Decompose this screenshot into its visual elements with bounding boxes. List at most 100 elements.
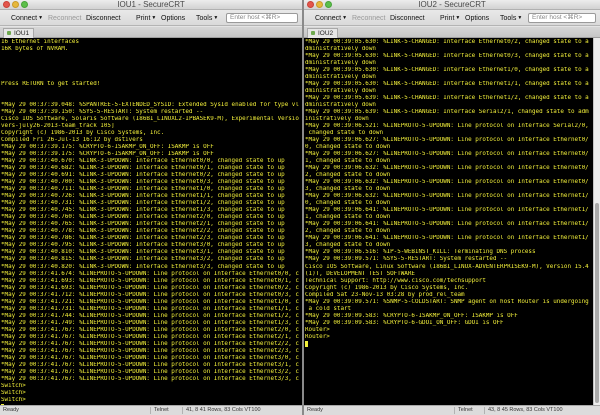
terminal-line: *May 29 00:39:06.641: %LINEPROTO-5-UPDOW… xyxy=(305,207,589,214)
terminal-line: *May 29 00:37:40.760: %LINK-3-UPDOWN: In… xyxy=(1,214,285,221)
session-status-icon xyxy=(7,31,11,35)
terminal-output[interactable]: 16 Ethernet interfaces 16K bytes of NVRAM… xyxy=(0,38,302,405)
session-tab-label: IOU2 xyxy=(318,30,334,37)
terminal-line: *May 29 00:37:41.767: %LINEPROTO-5-UPDOW… xyxy=(1,326,299,333)
scrollbar-thumb[interactable] xyxy=(595,203,599,403)
terminal-line: Compiled Fri 26-Jul-13 16:12 by dstivers xyxy=(1,137,143,144)
status-state: Ready xyxy=(3,407,19,413)
connect-button[interactable]: Connect▼ xyxy=(11,14,43,23)
terminal-line: *May 29 00:39:09.571: %SYS-5-RESTART: Sy… xyxy=(305,256,508,263)
print-label: Print xyxy=(440,15,455,22)
terminal-line: *May 29 00:37:41.767: %LINEPROTO-5-UPDOW… xyxy=(1,347,299,354)
terminal-line: *May 29 00:37:41.767: %LINEPROTO-5-UPDOW… xyxy=(1,375,299,382)
session-tab-bar: IOU1 xyxy=(0,27,302,38)
toolbar: Connect▼ Reconnect Disconnect Print▼ Opt… xyxy=(0,10,302,26)
terminal-line: *May 29 00:39:06.627: %LINEPROTO-5-UPDOW… xyxy=(305,151,589,158)
print-button[interactable]: Print▼ xyxy=(136,14,156,23)
terminal-line: *May 29 00:37:41.749: %LINEPROTO-5-UPDOW… xyxy=(1,319,299,326)
terminal-line: *May 29 00:37:40.786: %LINK-3-UPDOWN: In… xyxy=(1,235,285,242)
terminal-line: *May 29 00:37:40.700: %LINK-3-UPDOWN: In… xyxy=(1,179,285,186)
tools-button[interactable]: Tools▼ xyxy=(500,14,522,23)
terminal-line: Switch> xyxy=(1,389,26,396)
terminal-line: changed state to down xyxy=(305,130,384,137)
terminal-line: 2, changed state to down xyxy=(305,228,391,235)
options-button[interactable]: Options xyxy=(161,14,185,23)
session-tab-label: IOU1 xyxy=(14,30,30,37)
terminal-line: *May 29 00:37:40.682: %LINK-3-UPDOWN: In… xyxy=(1,165,285,172)
terminal-line: *May 29 00:37:40.711: %LINK-3-UPDOWN: In… xyxy=(1,186,285,193)
options-button[interactable]: Options xyxy=(465,14,489,23)
terminal-line: *May 29 00:37:39.048: %SPANTREE-5-EXTEND… xyxy=(1,102,299,109)
terminal-line: (1)T, DEVELOPMENT TEST SOFTWARE xyxy=(305,270,415,277)
status-terminal-info: 41, 8 41 Rows, 83 Cols VT100 xyxy=(186,407,261,413)
terminal-line: Switch> xyxy=(1,382,26,389)
session-tab[interactable]: IOU2 xyxy=(307,28,339,38)
session-status-icon xyxy=(311,31,315,35)
terminal-line: Compiled Sat 23-Nov-13 03:28 by prod_rel… xyxy=(305,291,465,298)
terminal-line: *May 29 00:37:41.731: %LINEPROTO-5-UPDOW… xyxy=(1,305,299,312)
tools-button[interactable]: Tools▼ xyxy=(196,14,218,23)
connect-label: Connect xyxy=(315,15,342,22)
chevron-down-icon: ▼ xyxy=(517,15,523,21)
disconnect-button[interactable]: Disconnect xyxy=(390,14,425,23)
status-protocol: Telnet xyxy=(458,407,473,413)
connect-button[interactable]: Connect▼ xyxy=(315,14,347,23)
terminal-cursor-line xyxy=(305,340,593,348)
terminal-line: *May 29 00:39:06.641: %LINEPROTO-5-UPDOW… xyxy=(305,221,589,228)
status-divider xyxy=(182,407,183,414)
terminal-line: Router> xyxy=(305,326,330,333)
terminal-line: *May 29 00:39:05.630: %LINK-5-CHANGED: I… xyxy=(305,39,589,45)
terminal-line: *May 29 00:37:40.795: %LINK-3-UPDOWN: In… xyxy=(1,242,285,249)
terminal-line: *May 29 00:39:06.521: %LINEPROTO-5-UPDOW… xyxy=(305,123,589,130)
terminal-line: *May 29 00:39:09.583: %CRYPTO-6-ISAKMP_O… xyxy=(305,312,518,319)
terminal-line: *May 29 00:39:05.639: %LINK-5-CHANGED: I… xyxy=(305,109,589,116)
terminal-line: *May 29 00:37:41.767: %LINEPROTO-5-UPDOW… xyxy=(1,340,299,347)
terminal-line: Cisco IOS Software, Linux Software (I86B… xyxy=(305,263,589,270)
disconnect-button[interactable]: Disconnect xyxy=(86,14,121,23)
terminal-line: *May 29 00:39:05.630: %LINK-5-CHANGED: I… xyxy=(305,53,589,60)
terminal-line: Copyright (c) 1986-2013 by Cisco Systems… xyxy=(1,130,165,137)
title-bar[interactable]: IOU2 - SecureCRT xyxy=(304,0,600,10)
reconnect-button[interactable]: Reconnect xyxy=(48,14,81,23)
status-protocol: Telnet xyxy=(154,407,169,413)
terminal-line: *May 29 00:39:05.639: %LINK-5-CHANGED: I… xyxy=(305,95,589,102)
terminal-line: *May 29 00:37:40.765: %LINK-3-UPDOWN: In… xyxy=(1,221,285,228)
terminal-line: Copyright (c) 1986-2013 by Cisco Systems… xyxy=(305,284,469,291)
terminal-scrollbar[interactable] xyxy=(593,38,600,405)
terminal-line: 16K bytes of NVRAM. xyxy=(1,46,69,53)
chevron-down-icon: ▼ xyxy=(213,15,219,21)
terminal-line: *May 29 00:37:39.150: %SYS-5-RESTART: Sy… xyxy=(1,109,204,116)
terminal-output[interactable]: *May 29 00:39:05.630: %LINK-5-CHANGED: I… xyxy=(304,38,593,405)
terminal-line: 0, changed state to down xyxy=(305,200,391,207)
title-bar[interactable]: IOU1 - SecureCRT xyxy=(0,0,302,10)
terminal-line: *May 29 00:37:40.670: %LINK-3-UPDOWN: In… xyxy=(1,158,285,165)
terminal-line: Router> xyxy=(305,333,330,340)
host-input[interactable]: Enter host <⌘R> xyxy=(226,13,298,23)
reconnect-button[interactable]: Reconnect xyxy=(352,14,385,23)
terminal-line: *May 29 00:37:41.674: %LINEPROTO-5-UPDOW… xyxy=(1,270,299,277)
securecrt-window-iou2: IOU2 - SecureCRT Connect▼ Reconnect Disc… xyxy=(304,0,600,415)
status-bar: Ready Telnet 41, 8 41 Rows, 83 Cols VT10… xyxy=(0,405,302,415)
print-button[interactable]: Print▼ xyxy=(440,14,460,23)
terminal-line: *May 29 00:37:40.778: %LINK-3-UPDOWN: In… xyxy=(1,228,285,235)
session-tab[interactable]: IOU1 xyxy=(3,28,35,38)
terminal-line: *May 29 00:39:09.571: %SNMP-5-COLDSTART:… xyxy=(305,298,589,305)
terminal-line: dministratively down xyxy=(305,88,376,95)
host-input[interactable]: Enter host <⌘R> xyxy=(528,13,596,23)
terminal-line: *May 29 00:39:05.630: %LINK-5-CHANGED: I… xyxy=(305,67,589,74)
connect-label: Connect xyxy=(11,15,38,22)
terminal-line: Cisco IOS Software, Solaris Software (I8… xyxy=(1,116,299,123)
toolbar: Connect▼ Reconnect Disconnect Print▼ Opt… xyxy=(304,10,600,26)
status-bar: Ready Telnet 43, 8 45 Rows, 83 Cols VT10… xyxy=(304,405,600,415)
terminal-line: *May 29 00:39:09.583: %CRYPTO-6-GDOI_ON_… xyxy=(305,319,504,326)
terminal-line: *May 29 00:37:41.693: %LINEPROTO-5-UPDOW… xyxy=(1,277,299,284)
terminal-line: *May 29 00:39:05.630: %LINK-5-CHANGED: I… xyxy=(305,81,589,88)
status-divider xyxy=(484,407,485,414)
securecrt-window-iou1: IOU1 - SecureCRT Connect▼ Reconnect Disc… xyxy=(0,0,302,415)
terminal-line: 0, changed state to down xyxy=(305,144,391,151)
status-terminal-info: 43, 8 45 Rows, 83 Cols VT100 xyxy=(488,407,563,413)
